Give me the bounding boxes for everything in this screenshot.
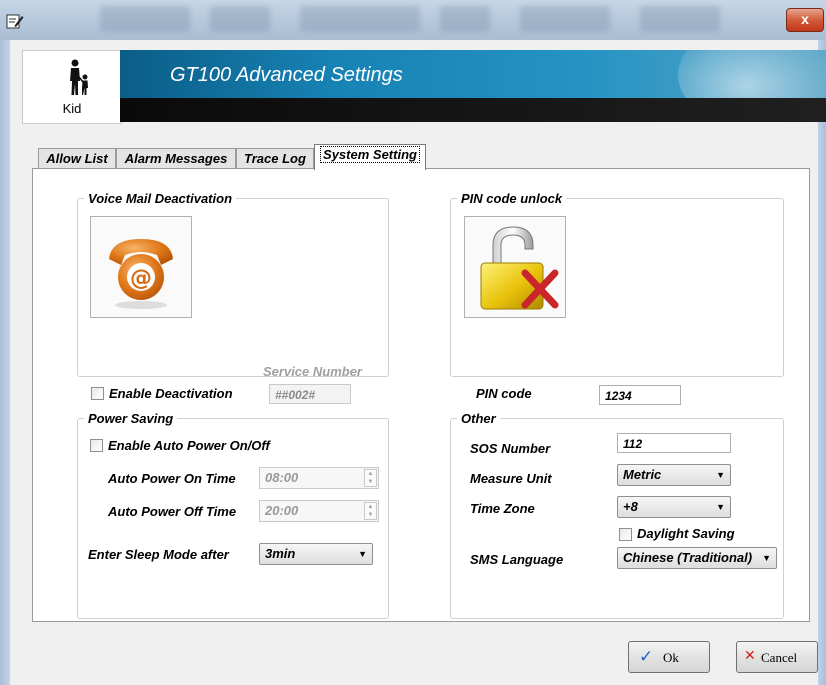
window-frame-left [0, 40, 10, 685]
auto-power-off-time[interactable]: 20:00 ▲ ▼ [259, 500, 379, 522]
tab-allow-list[interactable]: Allow List [38, 148, 116, 169]
header-banner-strip [120, 98, 826, 122]
service-number-label: Service Number [263, 364, 362, 379]
sms-language-select[interactable]: Chinese (Traditional) ▼ [617, 547, 777, 569]
service-number-field[interactable]: ##002# [269, 384, 351, 404]
voice-mail-legend: Voice Mail Deactivation [88, 191, 233, 206]
other-legend: Other [461, 411, 496, 426]
enable-auto-power-label: Enable Auto Power On/Off [108, 438, 270, 453]
pin-code-label: PIN code [476, 386, 532, 401]
voice-mail-image: @ [90, 216, 192, 318]
daylight-saving-checkbox[interactable] [619, 528, 632, 541]
dialog-content: Kid GT100 Advanced Settings Allow List A… [10, 40, 826, 685]
pin-code-field[interactable]: 1234 [599, 385, 681, 405]
enable-deactivation-checkbox[interactable] [91, 387, 104, 400]
chevron-down-icon: ▼ [716, 502, 725, 512]
dialog-title: GT100 Advanced Settings [170, 64, 403, 86]
parent-child-icon [70, 59, 88, 95]
pencil-edit-icon [6, 14, 24, 29]
checkmark-icon: ✓ [639, 647, 654, 666]
window-frame-right [818, 40, 826, 685]
enable-deactivation-label: Enable Deactivation [109, 386, 233, 401]
measure-unit-select[interactable]: Metric ▼ [617, 464, 731, 486]
enable-auto-power-checkbox[interactable] [90, 439, 103, 452]
close-button[interactable]: x [786, 8, 824, 32]
cancel-button[interactable]: ✕ Cancel [736, 641, 818, 673]
profile-label: Kid [62, 101, 82, 116]
spinner-arrows-icon[interactable]: ▲ ▼ [364, 502, 377, 520]
phone-at-icon: @ [109, 239, 173, 309]
unlocked-padlock-icon [480, 226, 559, 310]
sos-number-field[interactable]: 112 [617, 433, 731, 453]
power-saving-legend: Power Saving [88, 411, 174, 426]
pin-image [464, 216, 566, 318]
measure-unit-label: Measure Unit [470, 471, 552, 486]
sleep-mode-label: Enter Sleep Mode after [88, 547, 229, 562]
pin-legend: PIN code unlock [461, 191, 563, 206]
tab-alarm-messages[interactable]: Alarm Messages [116, 148, 236, 169]
globe-graphic [678, 50, 826, 98]
tab-system-setting[interactable]: System Setting [314, 144, 426, 170]
title-bar: x [0, 0, 826, 40]
auto-power-off-label: Auto Power Off Time [108, 504, 237, 519]
sleep-mode-select[interactable]: 3min ▼ [259, 543, 373, 565]
sms-language-label: SMS Language [470, 552, 564, 567]
svg-text:@: @ [130, 266, 152, 291]
chevron-down-icon: ▼ [716, 470, 725, 480]
time-zone-select[interactable]: +8 ▼ [617, 496, 731, 518]
sos-number-label: SOS Number [470, 441, 551, 456]
auto-power-on-time[interactable]: 08:00 ▲ ▼ [259, 467, 379, 489]
chevron-down-icon: ▼ [358, 549, 367, 559]
x-icon: ✕ [744, 649, 756, 664]
time-zone-label: Time Zone [470, 501, 535, 516]
profile-box: Kid [22, 50, 122, 124]
chevron-down-icon: ▼ [762, 553, 771, 563]
tab-trace-log[interactable]: Trace Log [236, 148, 314, 169]
auto-power-on-label: Auto Power On Time [108, 471, 236, 486]
spinner-arrows-icon[interactable]: ▲ ▼ [364, 469, 377, 487]
ok-button[interactable]: ✓ Ok [628, 641, 710, 673]
daylight-saving-label: Daylight Saving [637, 526, 735, 541]
header-banner: GT100 Advanced Settings [120, 50, 826, 98]
system-setting-panel: Voice Mail Deactivation @ Service Number [32, 168, 810, 622]
